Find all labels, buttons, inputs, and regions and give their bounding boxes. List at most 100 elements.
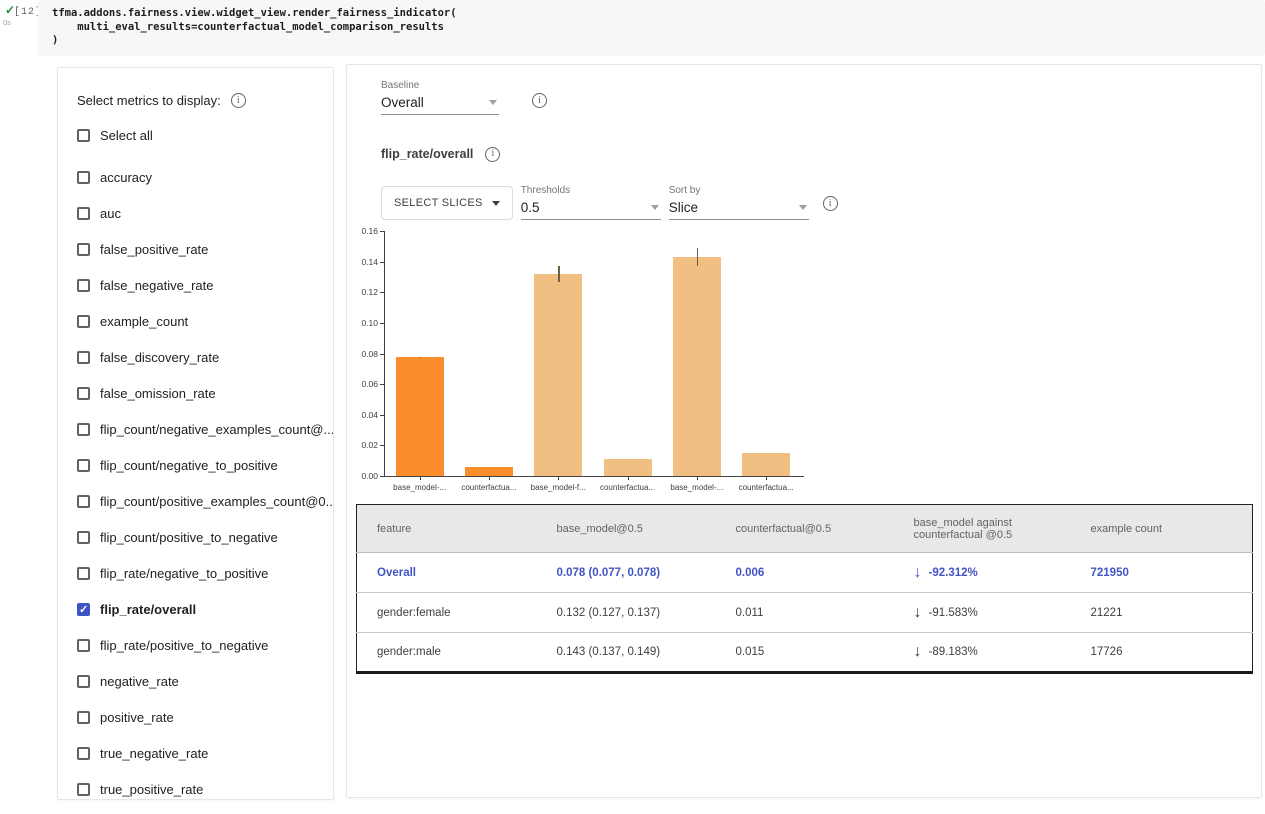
metric-item-flip-rate-overall[interactable]: flip_rate/overall [58, 591, 333, 627]
metric-item-flip-count-positive-examples-count-0[interactable]: flip_count/positive_examples_count@0... [58, 483, 333, 519]
checkbox-checked-icon[interactable] [77, 603, 90, 616]
decrease-arrow-icon: ↓ [914, 565, 922, 581]
example-count-cell: 21221 [1071, 593, 1253, 633]
thresholds-select[interactable]: Thresholds 0.5 [521, 185, 661, 220]
metric-item-negative-rate[interactable]: negative_rate [58, 663, 333, 699]
checkbox-icon[interactable] [77, 171, 90, 184]
metric-label: flip_rate/positive_to_negative [100, 638, 268, 653]
baseline-info-icon[interactable] [532, 93, 547, 108]
baseline-label: Baseline [381, 80, 499, 93]
table-row-gender-female: gender:female0.132 (0.127, 0.137)0.011↓-… [357, 593, 1253, 633]
error-bar [420, 357, 422, 359]
bar-base-model-4[interactable] [673, 257, 721, 476]
checkbox-icon[interactable] [77, 639, 90, 652]
metric-item-example-count[interactable]: example_count [58, 303, 333, 339]
base-model-cell: 0.078 (0.077, 0.078) [537, 553, 716, 593]
checkbox-icon[interactable] [77, 129, 90, 142]
x-tick-mark [558, 476, 559, 480]
metric-item-flip-rate-negative-to-positive[interactable]: flip_rate/negative_to_positive [58, 555, 333, 591]
y-tick-label: 0.08 [352, 349, 378, 359]
checkbox-icon[interactable] [77, 567, 90, 580]
y-tick-label: 0.02 [352, 440, 378, 450]
bar-chart: 0.160.140.120.100.080.060.040.020.00base… [352, 225, 812, 497]
bar-counterfactua-1[interactable] [465, 467, 513, 476]
table-body: Overall0.078 (0.077, 0.078)0.006↓-92.312… [357, 553, 1253, 673]
metric-item-true-negative-rate[interactable]: true_negative_rate [58, 735, 333, 771]
metric-label: flip_count/negative_to_positive [100, 458, 278, 473]
metric-item-positive-rate[interactable]: positive_rate [58, 699, 333, 735]
y-tick-label: 0.06 [352, 379, 378, 389]
checkbox-icon[interactable] [77, 207, 90, 220]
chevron-down-icon [489, 100, 497, 105]
metric-item-accuracy[interactable]: accuracy [58, 159, 333, 195]
feature-cell: Overall [357, 553, 537, 593]
checkbox-icon[interactable] [77, 351, 90, 364]
checkbox-icon[interactable] [77, 675, 90, 688]
metric-label: flip_count/positive_to_negative [100, 530, 278, 545]
checkbox-icon[interactable] [77, 243, 90, 256]
metric-item-flip-count-negative-examples-count[interactable]: flip_count/negative_examples_count@... [58, 411, 333, 447]
table-header-cell: example count [1071, 505, 1253, 553]
metric-item-flip-count-positive-to-negative[interactable]: flip_count/positive_to_negative [58, 519, 333, 555]
x-tick-mark [697, 476, 698, 480]
results-table: featurebase_model@0.5counterfactual@0.5b… [356, 504, 1253, 674]
example-count-cell: 721950 [1071, 553, 1253, 593]
checkbox-icon[interactable] [77, 531, 90, 544]
checkbox-icon[interactable] [77, 783, 90, 796]
table-header-cell: counterfactual@0.5 [716, 505, 894, 553]
delta-wrap: ↓-91.583% [914, 605, 1065, 621]
checkbox-icon[interactable] [77, 279, 90, 292]
controls-info-icon[interactable] [823, 196, 838, 211]
metrics-panel-title: Select metrics to display: [77, 93, 221, 108]
metric-label: false_negative_rate [100, 278, 213, 293]
metric-label: flip_count/positive_examples_count@0... [100, 494, 334, 509]
sort-by-label: Sort by [669, 185, 809, 198]
table-header-cell: base_model@0.5 [537, 505, 716, 553]
baseline-select[interactable]: Baseline Overall [381, 80, 499, 115]
delta-cell-td: ↓-89.183% [894, 633, 1071, 673]
decrease-arrow-icon: ↓ [914, 605, 922, 621]
checkbox-icon[interactable] [77, 747, 90, 760]
metric-item-flip-count-negative-to-positive[interactable]: flip_count/negative_to_positive [58, 447, 333, 483]
metric-label: Select all [100, 128, 153, 143]
chevron-down-icon [799, 205, 807, 210]
x-axis-line [384, 476, 804, 477]
bar-base-model-0[interactable] [396, 357, 444, 476]
checkbox-icon[interactable] [77, 387, 90, 400]
metric-item-select-all[interactable]: Select all [58, 117, 333, 153]
metric-label: false_discovery_rate [100, 350, 219, 365]
metric-info-icon[interactable] [485, 147, 500, 162]
code-text[interactable]: tfma.addons.fairness.view.widget_view.re… [38, 0, 1265, 48]
decrease-arrow-icon: ↓ [914, 644, 922, 660]
metrics-list: Select all accuracyauc false_positive_rate… [58, 117, 333, 800]
sort-by-select[interactable]: Sort by Slice [669, 185, 809, 220]
metric-section-title: flip_rate/overall [381, 147, 473, 161]
x-tick-mark [489, 476, 490, 480]
notebook-code-cell: ✓ 0s [12] tfma.addons.fairness.view.widg… [0, 0, 1265, 56]
metric-item-true-positive-rate[interactable]: true_positive_rate [58, 771, 333, 800]
bar-counterfactua-5[interactable] [742, 453, 790, 476]
metric-item-flip-rate-positive-to-negative[interactable]: flip_rate/positive_to_negative [58, 627, 333, 663]
checkbox-icon[interactable] [77, 459, 90, 472]
metric-label: false_positive_rate [100, 242, 208, 257]
fairness-indicator-panel: Baseline Overall flip_rate/overall SELEC… [346, 64, 1262, 798]
code-editor-area[interactable]: tfma.addons.fairness.view.widget_view.re… [38, 0, 1265, 56]
x-tick-label: counterfactua... [724, 483, 808, 492]
checkbox-icon[interactable] [77, 315, 90, 328]
metric-item-false-discovery-rate[interactable]: false_discovery_rate [58, 339, 333, 375]
bar-base-model-f-2[interactable] [534, 274, 582, 476]
select-slices-label: SELECT SLICES [394, 197, 483, 209]
metrics-info-icon[interactable] [231, 93, 246, 108]
metric-item-false-negative-rate[interactable]: false_negative_rate [58, 267, 333, 303]
metric-item-false-omission-rate[interactable]: false_omission_rate [58, 375, 333, 411]
checkbox-icon[interactable] [77, 711, 90, 724]
checkbox-icon[interactable] [77, 495, 90, 508]
metric-item-false-positive-rate[interactable]: false_positive_rate [58, 231, 333, 267]
checkbox-icon[interactable] [77, 423, 90, 436]
select-slices-button[interactable]: SELECT SLICES [381, 186, 513, 220]
delta-cell-td: ↓-91.583% [894, 593, 1071, 633]
counterfactual-cell: 0.011 [716, 593, 894, 633]
bar-counterfactua-3[interactable] [604, 459, 652, 476]
y-tick-label: 0.16 [352, 226, 378, 236]
metric-item-auc[interactable]: auc [58, 195, 333, 231]
